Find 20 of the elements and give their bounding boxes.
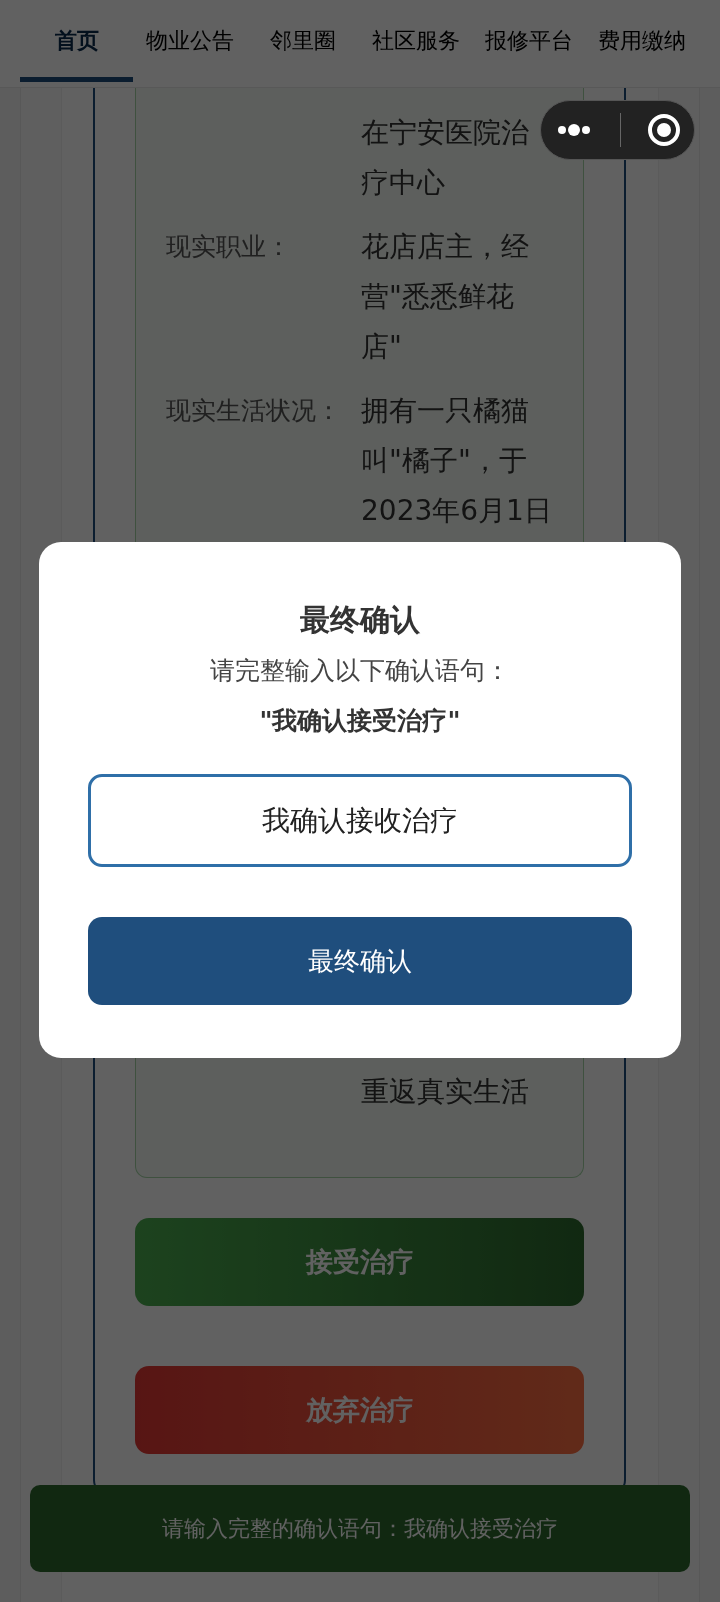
- nav-tab[interactable]: 报修平台: [472, 0, 585, 82]
- info-value: 在宁安医院治疗中心: [361, 115, 530, 201]
- nav-tab[interactable]: 首页: [20, 0, 133, 82]
- accept-button[interactable]: 接受治疗: [135, 1218, 584, 1306]
- nav-tab[interactable]: 费用缴纳: [585, 0, 698, 82]
- input-field[interactable]: 我确认接收治疗: [88, 774, 632, 867]
- info-value: 花店店主，经营"悉悉鲜花店": [361, 229, 530, 365]
- dialog-title: 最终确认: [300, 601, 420, 639]
- info-label: 现实职业：: [166, 231, 292, 263]
- nav-tab[interactable]: 邻里圈: [246, 0, 359, 82]
- nav-tab[interactable]: 社区服务: [359, 0, 472, 82]
- nav-tab[interactable]: 物业公告: [133, 0, 246, 82]
- reject-button[interactable]: 放弃治疗: [135, 1366, 584, 1454]
- dialog-prompt: 请完整输入以下确认语句：: [210, 655, 510, 687]
- info-value: 重返真实生活: [361, 1074, 530, 1110]
- toast-message: 请输入完整的确认语句：我确认接受治疗: [30, 1485, 690, 1572]
- confirm-phrase: "我确认接受治疗": [259, 705, 461, 737]
- info-label: 现实生活状况：: [166, 395, 342, 427]
- info-value: 拥有一只橘猫叫"橘子"，于2023年6月1日: [361, 393, 552, 529]
- confirm-button[interactable]: 最终确认: [88, 917, 632, 1005]
